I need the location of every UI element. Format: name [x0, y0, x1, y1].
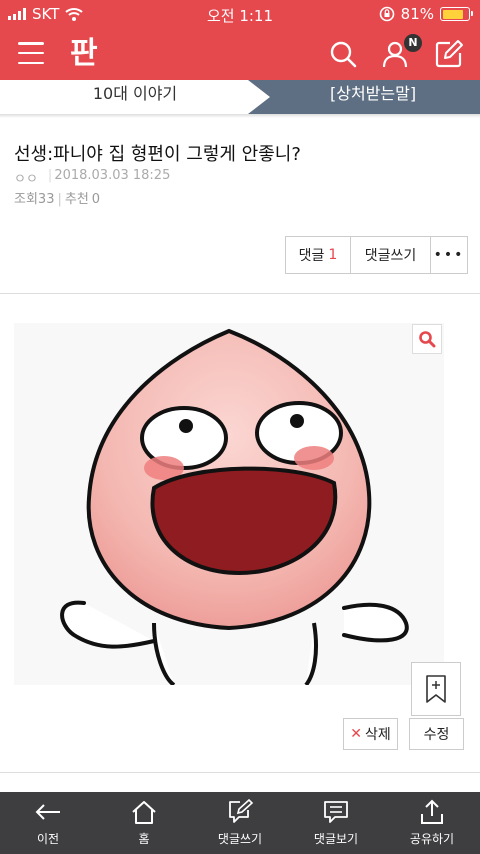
- post-date: 2018.03.03 18:25: [54, 168, 171, 183]
- section-divider: [0, 293, 480, 294]
- comment-count-button[interactable]: 댓글 1: [286, 237, 351, 273]
- toolbar-share[interactable]: 공유하기: [384, 792, 480, 854]
- post-stats: 조회33 | 추천 0: [14, 192, 101, 207]
- rotation-lock-icon: [379, 6, 394, 22]
- battery-percent: 81%: [400, 5, 434, 23]
- back-arrow-icon: [35, 804, 60, 820]
- bottom-toolbar: 이전 홈 댓글쓰기 댓글보기 공유하기: [0, 792, 480, 854]
- toolbar-write-comment[interactable]: 댓글쓰기: [192, 792, 288, 854]
- delete-button[interactable]: ✕ 삭제: [343, 718, 398, 750]
- write-post-icon[interactable]: [434, 39, 464, 69]
- edit-button[interactable]: 수정: [409, 718, 464, 750]
- post-author: ㅇㅇ: [14, 172, 38, 187]
- comment-count: 1: [328, 247, 338, 263]
- battery-icon: [440, 7, 473, 21]
- more-button[interactable]: •••: [431, 237, 467, 273]
- recommend-count: 0: [91, 192, 101, 207]
- app-header: 판 N: [0, 28, 480, 80]
- status-bar: SKT 오전 1:11 81%: [0, 0, 480, 28]
- notification-badge: N: [404, 34, 422, 52]
- write-comment-button[interactable]: 댓글쓰기: [351, 237, 431, 273]
- toolbar-back[interactable]: 이전: [0, 792, 96, 854]
- post-image[interactable]: [14, 323, 444, 685]
- category-hurtful-words[interactable]: [상처받는말]: [248, 80, 480, 114]
- category-strip: 10대 이야기 [상처받는말]: [0, 80, 480, 114]
- bookmark-button[interactable]: [411, 662, 461, 716]
- pann-logo[interactable]: 판: [70, 33, 98, 75]
- toolbar-home[interactable]: 홈: [96, 792, 192, 854]
- close-icon: ✕: [350, 726, 362, 742]
- zoom-button[interactable]: [412, 324, 442, 354]
- search-icon[interactable]: [328, 39, 358, 69]
- category-10s-story[interactable]: 10대 이야기: [0, 80, 270, 114]
- view-comments-icon: [324, 801, 348, 823]
- post-action-bar: 댓글 1 댓글쓰기 •••: [285, 236, 468, 274]
- magnifier-icon: [419, 331, 436, 348]
- post-title: 선생:파니야 집 형편이 그렇게 안좋니?: [14, 144, 301, 165]
- section-divider: [0, 772, 480, 773]
- view-count: 33: [37, 192, 55, 207]
- menu-button[interactable]: [18, 42, 44, 64]
- peach-character-illustration: [60, 328, 409, 685]
- bookmark-add-icon: [426, 675, 446, 703]
- toolbar-view-comments[interactable]: 댓글보기: [288, 792, 384, 854]
- home-icon: [132, 801, 156, 824]
- write-comment-icon: [229, 799, 254, 823]
- post-meta: ㅇㅇ | 2018.03.03 18:25: [14, 168, 171, 187]
- share-icon: [421, 799, 443, 824]
